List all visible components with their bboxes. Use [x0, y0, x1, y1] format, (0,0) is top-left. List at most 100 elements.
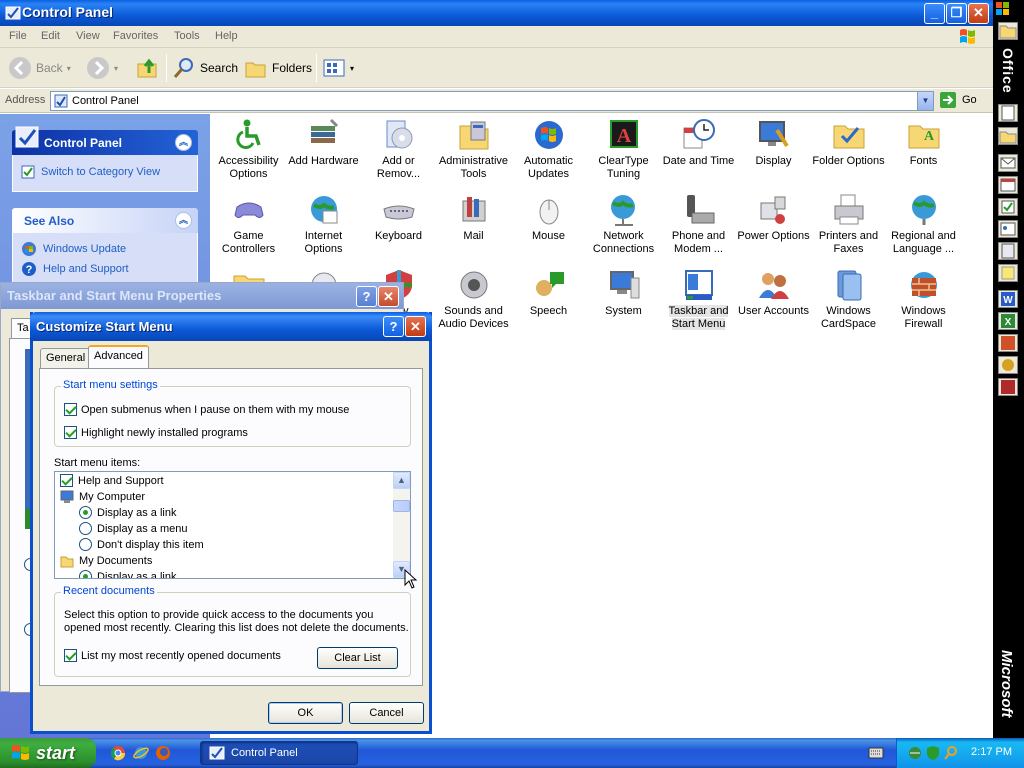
list-item-help-and-support[interactable]: Help and Support [60, 474, 164, 487]
search-button[interactable]: Search [172, 54, 238, 82]
back-button[interactable]: Back ▾ [8, 54, 71, 82]
title-bar[interactable]: Control Panel _ ❐ ✕ [0, 0, 993, 26]
menu-tools[interactable]: Tools [174, 30, 200, 42]
forward-button[interactable]: ▾ [86, 54, 118, 82]
item-game-controllers[interactable]: Game Controllers [211, 193, 286, 256]
office-journal-button[interactable] [998, 242, 1018, 260]
item-system[interactable]: System [586, 268, 661, 318]
office-mail-button[interactable] [998, 154, 1018, 172]
item-taskbar-and-start-menu[interactable]: Taskbar and Start Menu [661, 268, 736, 331]
address-dropdown-button[interactable]: ▼ [917, 92, 933, 110]
office-access-button[interactable] [998, 378, 1018, 396]
chrome-icon[interactable] [110, 745, 126, 761]
windows-update-link[interactable]: Windows Update [21, 241, 126, 257]
network-icon[interactable] [907, 745, 923, 761]
office-open-document-button[interactable] [998, 127, 1018, 145]
item-windows-cardspace[interactable]: Windows CardSpace [811, 268, 886, 331]
list-item-display-as-link-2[interactable]: Display as a link [79, 570, 176, 578]
office-outlook-button[interactable] [998, 356, 1018, 374]
list-scrollbar[interactable]: ▲ ▼ [393, 472, 410, 578]
item-regional-and-language[interactable]: Regional and Language ... [886, 193, 961, 256]
keyboard-layout-icon[interactable] [868, 747, 884, 759]
help-button[interactable]: ? [383, 316, 404, 337]
internet-explorer-icon[interactable] [133, 745, 149, 761]
item-folder-options[interactable]: Folder Options [811, 118, 886, 168]
item-administrative-tools[interactable]: Administrative Tools [436, 118, 511, 181]
list-item-my-computer[interactable]: My Computer [60, 490, 145, 504]
close-button[interactable]: ✕ [405, 316, 426, 337]
item-mouse[interactable]: Mouse [511, 193, 586, 243]
item-display[interactable]: Display [736, 118, 811, 168]
search-tray-icon[interactable] [943, 745, 959, 761]
restore-button[interactable]: ❐ [946, 3, 967, 24]
tab-advanced[interactable]: Advanced [88, 345, 149, 369]
menu-edit[interactable]: Edit [41, 30, 60, 42]
folders-button[interactable]: Folders [244, 54, 312, 82]
up-folder-button[interactable] [136, 54, 160, 82]
list-recent-documents-checkbox[interactable]: List my most recently opened documents [64, 649, 281, 662]
office-excel-button[interactable]: X [998, 312, 1018, 330]
office-appointment-button[interactable] [998, 176, 1018, 194]
see-also-header[interactable]: See Also ︽ [12, 208, 198, 233]
menu-view[interactable]: View [76, 30, 100, 42]
office-new-document-button[interactable] [998, 104, 1018, 122]
list-item-display-as-menu[interactable]: Display as a menu [79, 522, 188, 535]
menu-favorites[interactable]: Favorites [113, 30, 158, 42]
item-cleartype-tuning[interactable]: A ClearType Tuning [586, 118, 661, 181]
tab-general[interactable]: General [40, 348, 92, 368]
collapse-chevron-icon[interactable]: ︽ [175, 134, 192, 151]
scroll-up-button[interactable]: ▲ [393, 472, 410, 489]
taskbar-control-panel-button[interactable]: Control Panel [200, 741, 358, 765]
menu-file[interactable]: File [9, 30, 27, 42]
firefox-icon[interactable] [155, 745, 171, 761]
item-network-connections[interactable]: Network Connections [586, 193, 661, 256]
item-add-hardware[interactable]: Add Hardware [286, 118, 361, 168]
dialog-title-bar[interactable]: Taskbar and Start Menu Properties ? ✕ [1, 283, 403, 309]
address-input[interactable]: Control Panel ▼ [50, 91, 934, 111]
cancel-button[interactable]: Cancel [349, 702, 424, 724]
item-sounds-and-audio-devices[interactable]: Sounds and Audio Devices [436, 268, 511, 331]
ok-button[interactable]: OK [268, 702, 343, 724]
office-note-button[interactable] [998, 264, 1018, 282]
item-accessibility-options[interactable]: Accessibility Options [211, 118, 286, 181]
control-panel-box-header[interactable]: Control Panel ︽ [12, 126, 198, 155]
go-button[interactable]: Go [939, 91, 977, 109]
list-item-my-documents[interactable]: My Documents [60, 554, 152, 568]
clear-list-button[interactable]: Clear List [317, 647, 398, 669]
item-user-accounts[interactable]: User Accounts [736, 268, 811, 318]
item-date-and-time[interactable]: Date and Time [661, 118, 736, 168]
item-keyboard[interactable]: Keyboard [361, 193, 436, 243]
minimize-button[interactable]: _ [924, 3, 945, 24]
list-item-display-as-link[interactable]: Display as a link [79, 506, 176, 519]
item-fonts[interactable]: A Fonts [886, 118, 961, 168]
item-mail[interactable]: Mail [436, 193, 511, 243]
item-printers-and-faxes[interactable]: Printers and Faxes [811, 193, 886, 256]
help-and-support-link[interactable]: ? Help and Support [21, 261, 129, 277]
item-automatic-updates[interactable]: Automatic Updates [511, 118, 586, 181]
collapse-chevron-icon[interactable]: ︽ [175, 212, 192, 229]
item-windows-firewall[interactable]: Windows Firewall [886, 268, 961, 331]
office-folder-button[interactable] [998, 22, 1018, 40]
start-menu-items-list[interactable]: Help and Support My Computer Display as … [54, 471, 411, 579]
item-phone-and-modem[interactable]: Phone and Modem ... [661, 193, 736, 256]
office-word-button[interactable]: W [998, 290, 1018, 308]
switch-to-category-view-link[interactable]: Switch to Category View [21, 165, 160, 179]
open-submenus-checkbox[interactable]: Open submenus when I pause on them with … [64, 403, 349, 416]
item-internet-options[interactable]: Internet Options [286, 193, 361, 256]
item-speech[interactable]: Speech [511, 268, 586, 318]
office-contact-button[interactable] [998, 220, 1018, 238]
menu-help[interactable]: Help [215, 30, 238, 42]
close-button[interactable]: ✕ [968, 3, 989, 24]
office-powerpoint-button[interactable] [998, 334, 1018, 352]
item-add-remove-programs[interactable]: Add or Remov... [361, 118, 436, 181]
help-button[interactable]: ? [356, 286, 377, 307]
close-button[interactable]: ✕ [378, 286, 399, 307]
list-item-dont-display[interactable]: Don't display this item [79, 538, 204, 551]
views-button[interactable]: ▾ [322, 54, 354, 82]
security-icon[interactable] [925, 745, 941, 761]
start-button[interactable]: start [0, 738, 96, 768]
scroll-thumb[interactable] [393, 500, 410, 512]
office-task-button[interactable] [998, 198, 1018, 216]
dialog-title-bar[interactable]: Customize Start Menu ? ✕ [30, 312, 432, 341]
highlight-new-programs-checkbox[interactable]: Highlight newly installed programs [64, 426, 248, 439]
